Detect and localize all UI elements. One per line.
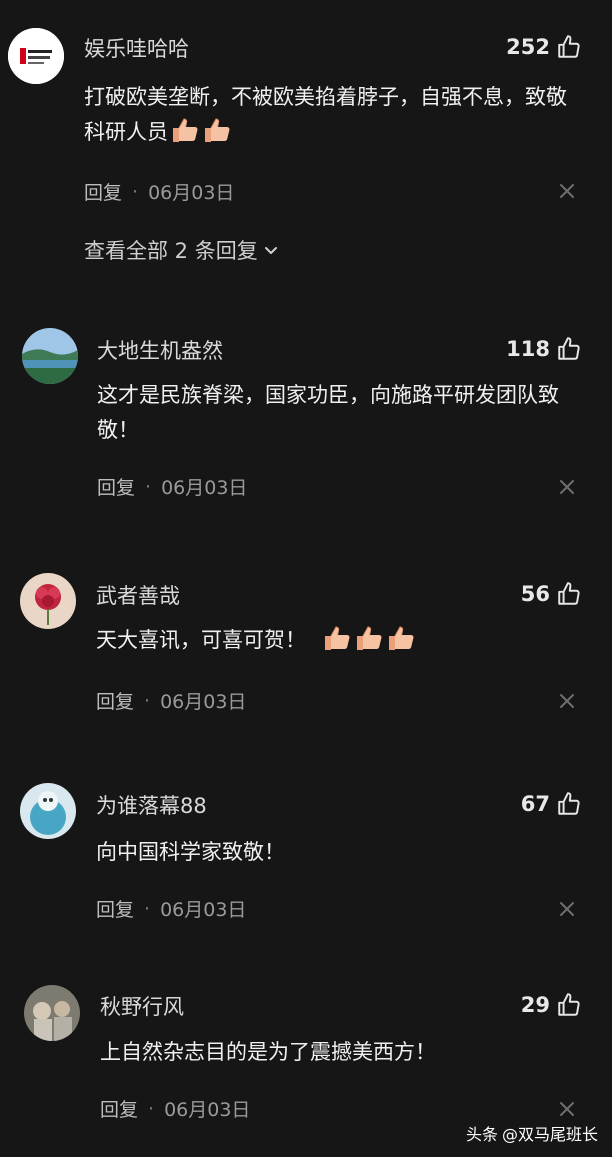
reply-button[interactable]: 回复 — [97, 473, 135, 500]
close-button[interactable] — [558, 478, 576, 496]
close-icon — [560, 1102, 574, 1116]
comment-date: 06月03日 — [148, 182, 235, 204]
thumbs-up-emoji — [354, 624, 384, 652]
comment-item: 武者善哉 56 天大喜讯，可喜可贺！ 回复 · 06月03日 — [0, 555, 612, 735]
watermark-brand: 头条 — [465, 1125, 498, 1144]
comment-date: 06月03日 — [160, 899, 247, 921]
close-icon — [560, 480, 574, 494]
like-count: 56 — [520, 582, 550, 606]
thumbs-up-emoji — [386, 624, 416, 652]
username[interactable]: 秋野行风 — [100, 991, 184, 1021]
comment-text: 打破欧美垄断，不被欧美掐着脖子，自强不息，致敬科研人员 — [84, 80, 574, 150]
like-button[interactable]: 67 — [521, 791, 582, 817]
comment-meta: 回复 · 06月03日 — [97, 473, 247, 500]
avatar[interactable] — [20, 783, 76, 839]
separator-dot: · — [132, 180, 139, 203]
like-button[interactable]: 118 — [506, 336, 582, 362]
comment-meta: 回复 · 06月03日 — [84, 178, 234, 205]
watermark-account: @双马尾班长 — [501, 1125, 598, 1144]
separator-dot: · — [148, 1097, 155, 1120]
separator-dot: · — [144, 689, 151, 712]
comment-text: 上自然杂志目的是为了震撼美西方！ — [100, 1040, 436, 1064]
thumbs-up-icon — [556, 581, 582, 607]
username[interactable]: 娱乐哇哈哈 — [84, 33, 189, 63]
watermark: 头条 @双马尾班长 — [466, 1121, 598, 1145]
close-icon — [560, 902, 574, 916]
comment-meta: 回复 · 06月03日 — [100, 1095, 250, 1122]
avatar[interactable] — [24, 985, 80, 1041]
reply-button[interactable]: 回复 — [96, 895, 134, 922]
comment-body: 天大喜讯，可喜可贺！ — [96, 628, 306, 652]
comment-meta: 回复 · 06月03日 — [96, 687, 246, 714]
avatar-photo-icon — [24, 985, 80, 1041]
reply-button[interactable]: 回复 — [84, 178, 122, 205]
view-replies-button[interactable]: 查看全部 2 条回复 — [84, 235, 280, 265]
comment-item: 大地生机盎然 118 这才是民族脊梁，国家功臣，向施路平研发团队致敬！ 回复 ·… — [0, 310, 612, 530]
reply-button[interactable]: 回复 — [100, 1095, 138, 1122]
thumbs-up-emoji — [202, 116, 232, 144]
thumbs-up-icon — [556, 791, 582, 817]
avatar[interactable] — [8, 28, 64, 84]
comment-text: 向中国科学家致敬！ — [96, 840, 285, 864]
avatar-logo-icon — [8, 28, 64, 84]
avatar-landscape-icon — [22, 328, 78, 384]
close-icon — [560, 694, 574, 708]
close-button[interactable] — [558, 692, 576, 710]
comment-date: 06月03日 — [161, 477, 248, 499]
comment-text: 这才是民族脊梁，国家功臣，向施路平研发团队致敬！ — [97, 383, 559, 442]
separator-dot: · — [144, 897, 151, 920]
thumbs-up-emoji — [170, 116, 200, 144]
like-count: 118 — [506, 337, 550, 361]
thumbs-up-icon — [556, 992, 582, 1018]
comment-date: 06月03日 — [160, 691, 247, 713]
close-button[interactable] — [558, 182, 576, 200]
like-button[interactable]: 56 — [521, 581, 582, 607]
comment-meta: 回复 · 06月03日 — [96, 895, 246, 922]
like-count: 67 — [520, 792, 550, 816]
close-icon — [560, 184, 574, 198]
separator-dot: · — [145, 475, 152, 498]
username[interactable]: 武者善哉 — [96, 580, 180, 610]
avatar-flower-icon — [20, 573, 76, 629]
comment-item: 娱乐哇哈哈 252 打破欧美垄断，不被欧美掐着脖子，自强不息，致敬科研人员 回复… — [0, 0, 612, 300]
chevron-down-icon — [264, 247, 277, 254]
like-button[interactable]: 29 — [521, 992, 582, 1018]
like-count: 252 — [506, 35, 550, 59]
username[interactable]: 大地生机盎然 — [97, 335, 223, 365]
comment-item: 为谁落幕88 67 向中国科学家致敬！ 回复 · 06月03日 — [0, 765, 612, 945]
close-button[interactable] — [558, 900, 576, 918]
thumbs-up-icon — [556, 34, 582, 60]
like-button[interactable]: 252 — [506, 34, 582, 60]
avatar[interactable] — [22, 328, 78, 384]
comment-item: 秋野行风 29 上自然杂志目的是为了震撼美西方！ 回复 · 06月03日 — [0, 965, 612, 1145]
close-button[interactable] — [558, 1100, 576, 1118]
comment-body: 打破欧美垄断，不被欧美掐着脖子，自强不息，致敬科研人员 — [84, 85, 567, 144]
comment-date: 06月03日 — [164, 1099, 251, 1121]
username[interactable]: 为谁落幕88 — [96, 790, 207, 820]
thumbs-up-emoji — [322, 624, 352, 652]
view-replies-label: 查看全部 2 条回复 — [84, 239, 258, 263]
like-count: 29 — [520, 993, 550, 1017]
avatar-cartoon-icon — [20, 783, 76, 839]
reply-button[interactable]: 回复 — [96, 687, 134, 714]
avatar[interactable] — [20, 573, 76, 629]
comment-text: 天大喜讯，可喜可贺！ — [96, 623, 586, 658]
thumbs-up-icon — [556, 336, 582, 362]
